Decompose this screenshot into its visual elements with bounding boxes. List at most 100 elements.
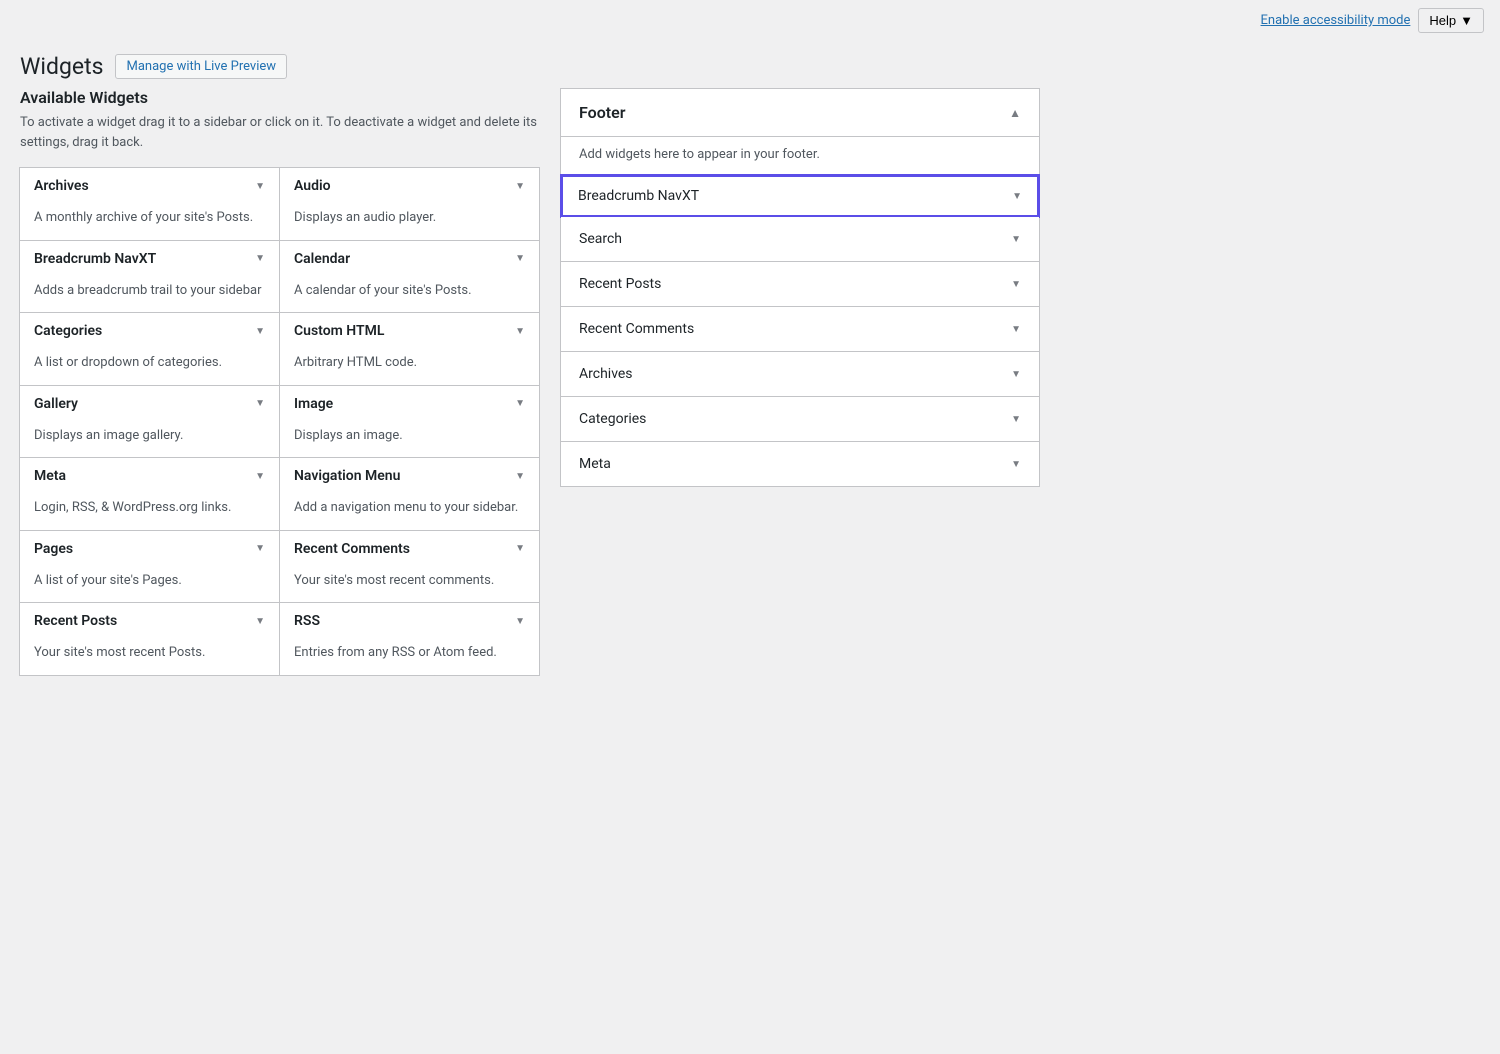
page-header: Widgets Manage with Live Preview <box>0 41 1500 88</box>
available-widgets-heading: Available Widgets <box>20 88 540 107</box>
widget-description: A list of your site's Pages. <box>20 567 279 603</box>
widget-description: Login, RSS, & WordPress.org links. <box>20 494 279 530</box>
widget-item[interactable]: Navigation Menu ▼ Add a navigation menu … <box>279 457 540 531</box>
widget-name: Audio <box>294 178 331 194</box>
widget-name: Custom HTML <box>294 323 384 339</box>
footer-widget-name: Breadcrumb NavXT <box>578 188 699 204</box>
widget-header[interactable]: Custom HTML ▼ <box>280 313 539 349</box>
available-widgets-panel: Available Widgets To activate a widget d… <box>20 88 540 676</box>
help-label: Help <box>1429 13 1456 28</box>
widget-description: Entries from any RSS or Atom feed. <box>280 639 539 675</box>
widget-name: Meta <box>34 468 66 484</box>
widget-description: Adds a breadcrumb trail to your sidebar <box>20 277 279 313</box>
widget-header[interactable]: Pages ▼ <box>20 531 279 567</box>
footer-collapse-icon: ▲ <box>1009 106 1021 120</box>
widget-name: RSS <box>294 613 320 629</box>
widget-description: Arbitrary HTML code. <box>280 349 539 385</box>
widget-chevron-icon: ▼ <box>255 181 265 192</box>
widget-name: Navigation Menu <box>294 468 400 484</box>
footer-widget-chevron-icon: ▼ <box>1011 234 1021 245</box>
footer-widget-item[interactable]: Meta ▼ <box>561 442 1039 486</box>
widget-chevron-icon: ▼ <box>515 543 525 554</box>
widget-item[interactable]: Breadcrumb NavXT ▼ Adds a breadcrumb tra… <box>19 240 280 314</box>
widget-item[interactable]: RSS ▼ Entries from any RSS or Atom feed. <box>279 602 540 676</box>
footer-widget-name: Search <box>579 231 622 247</box>
widget-name: Pages <box>34 541 73 557</box>
footer-widget-item[interactable]: Recent Posts ▼ <box>561 262 1039 307</box>
available-widgets-description: To activate a widget drag it to a sideba… <box>20 113 540 152</box>
widget-header[interactable]: Gallery ▼ <box>20 386 279 422</box>
widget-item[interactable]: Gallery ▼ Displays an image gallery. <box>19 385 280 459</box>
widget-chevron-icon: ▼ <box>255 543 265 554</box>
manage-preview-button[interactable]: Manage with Live Preview <box>115 54 287 79</box>
widget-header[interactable]: Recent Posts ▼ <box>20 603 279 639</box>
widget-header[interactable]: Audio ▼ <box>280 168 539 204</box>
widget-chevron-icon: ▼ <box>255 471 265 482</box>
widget-description: Displays an image gallery. <box>20 422 279 458</box>
footer-widget-item[interactable]: Archives ▼ <box>561 352 1039 397</box>
widget-header[interactable]: RSS ▼ <box>280 603 539 639</box>
widget-header[interactable]: Archives ▼ <box>20 168 279 204</box>
footer-panel: Footer ▲ Add widgets here to appear in y… <box>560 88 1040 487</box>
footer-header[interactable]: Footer ▲ <box>561 89 1039 137</box>
widget-chevron-icon: ▼ <box>515 326 525 337</box>
widget-item[interactable]: Recent Posts ▼ Your site's most recent P… <box>19 602 280 676</box>
widgets-grid: Archives ▼ A monthly archive of your sit… <box>20 168 540 676</box>
widget-header[interactable]: Categories ▼ <box>20 313 279 349</box>
widget-item[interactable]: Categories ▼ A list or dropdown of categ… <box>19 312 280 386</box>
footer-widget-name: Recent Posts <box>579 276 661 292</box>
widget-chevron-icon: ▼ <box>515 181 525 192</box>
footer-widget-chevron-icon: ▼ <box>1011 369 1021 380</box>
footer-widget-chevron-icon: ▼ <box>1011 279 1021 290</box>
widget-item[interactable]: Audio ▼ Displays an audio player. <box>279 167 540 241</box>
widget-item[interactable]: Meta ▼ Login, RSS, & WordPress.org links… <box>19 457 280 531</box>
widget-item[interactable]: Recent Comments ▼ Your site's most recen… <box>279 530 540 604</box>
footer-widgets-list: Breadcrumb NavXT ▼ Search ▼ Recent Posts… <box>561 174 1039 486</box>
widget-header[interactable]: Meta ▼ <box>20 458 279 494</box>
footer-title: Footer <box>579 103 625 122</box>
widget-chevron-icon: ▼ <box>255 326 265 337</box>
footer-widget-chevron-icon: ▼ <box>1011 324 1021 335</box>
footer-widget-item[interactable]: Categories ▼ <box>561 397 1039 442</box>
footer-widget-item[interactable]: Breadcrumb NavXT ▼ <box>560 174 1040 218</box>
widget-item[interactable]: Archives ▼ A monthly archive of your sit… <box>19 167 280 241</box>
footer-widget-name: Archives <box>579 366 633 382</box>
widget-chevron-icon: ▼ <box>515 398 525 409</box>
enable-accessibility-link[interactable]: Enable accessibility mode <box>1261 13 1411 28</box>
footer-subtitle: Add widgets here to appear in your foote… <box>561 137 1039 175</box>
footer-widget-chevron-icon: ▼ <box>1011 414 1021 425</box>
footer-widget-chevron-icon: ▼ <box>1011 459 1021 470</box>
widget-chevron-icon: ▼ <box>515 471 525 482</box>
widget-chevron-icon: ▼ <box>255 616 265 627</box>
widget-chevron-icon: ▼ <box>515 616 525 627</box>
footer-widget-item[interactable]: Recent Comments ▼ <box>561 307 1039 352</box>
widget-item[interactable]: Custom HTML ▼ Arbitrary HTML code. <box>279 312 540 386</box>
widget-description: Displays an audio player. <box>280 204 539 240</box>
widget-description: Add a navigation menu to your sidebar. <box>280 494 539 530</box>
main-content: Available Widgets To activate a widget d… <box>0 88 1500 676</box>
widget-chevron-icon: ▼ <box>515 253 525 264</box>
widget-chevron-icon: ▼ <box>255 253 265 264</box>
footer-widget-item[interactable]: Search ▼ <box>561 217 1039 262</box>
widget-name: Gallery <box>34 396 78 412</box>
widget-name: Breadcrumb NavXT <box>34 251 156 267</box>
widget-name: Categories <box>34 323 102 339</box>
widget-item[interactable]: Calendar ▼ A calendar of your site's Pos… <box>279 240 540 314</box>
widget-header[interactable]: Recent Comments ▼ <box>280 531 539 567</box>
help-button[interactable]: Help ▼ <box>1418 8 1484 33</box>
widget-chevron-icon: ▼ <box>255 398 265 409</box>
widget-description: A monthly archive of your site's Posts. <box>20 204 279 240</box>
widget-name: Image <box>294 396 333 412</box>
footer-widget-name: Categories <box>579 411 646 427</box>
widget-description: A list or dropdown of categories. <box>20 349 279 385</box>
widget-description: Displays an image. <box>280 422 539 458</box>
widget-item[interactable]: Pages ▼ A list of your site's Pages. <box>19 530 280 604</box>
widget-header[interactable]: Navigation Menu ▼ <box>280 458 539 494</box>
widget-description: Your site's most recent comments. <box>280 567 539 603</box>
widget-item[interactable]: Image ▼ Displays an image. <box>279 385 540 459</box>
widget-header[interactable]: Image ▼ <box>280 386 539 422</box>
page-title: Widgets <box>20 53 103 80</box>
widget-header[interactable]: Calendar ▼ <box>280 241 539 277</box>
widget-header[interactable]: Breadcrumb NavXT ▼ <box>20 241 279 277</box>
widget-name: Recent Posts <box>34 613 117 629</box>
